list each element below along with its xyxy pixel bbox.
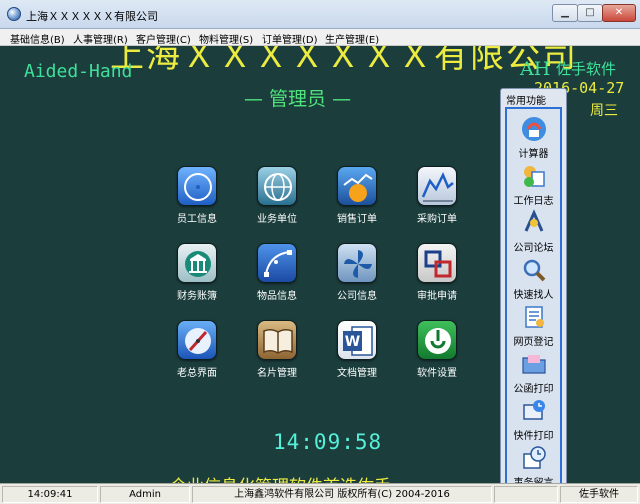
tile-label: 软件设置 — [417, 368, 457, 379]
globe-icon — [257, 166, 297, 206]
maximize-button[interactable]: □ — [577, 4, 603, 22]
tile-label: 名片管理 — [257, 368, 297, 379]
tile-label: 财务账簿 — [177, 291, 217, 302]
pinwheel-icon — [337, 243, 377, 283]
quick-item-web-register[interactable]: 网页登记 — [507, 300, 560, 348]
tile-label: 业务单位 — [257, 214, 297, 225]
tile-label: 文档管理 — [337, 368, 377, 379]
calculator-icon — [520, 115, 548, 143]
settings-globe-icon — [417, 320, 457, 360]
brand-name: 佐手软件 — [556, 60, 617, 78]
tile-approval[interactable]: 审批申请 — [405, 243, 469, 307]
status-spacer — [494, 486, 558, 503]
quick-panel-title: 常用功能 — [506, 96, 546, 107]
quick-item-label: 公司论坛 — [513, 243, 554, 254]
title-bar: 上海ＸＸＸＸＸＸ有限公司 ▁ □ ✕ — [0, 0, 640, 29]
quick-item-express-print[interactable]: 快件打印 — [507, 394, 560, 442]
status-copyright: 上海鑫鸿软件有限公司 版权所有(C) 2004-2016 — [192, 486, 492, 503]
aided-hand-text: Aided-Hand — [24, 61, 133, 82]
role-label: — 管理员 — — [244, 88, 352, 110]
tile-label: 老总界面 — [177, 368, 217, 379]
tile-document-manage[interactable]: W 文档管理 — [325, 320, 389, 384]
safari-compass-icon — [177, 320, 217, 360]
main-window: 上海ＸＸＸＸＸＸ有限公司 ▁ □ ✕ 基础信息(B) 人事管理(R) 客户管理(… — [0, 0, 640, 504]
line-chart-icon — [417, 166, 457, 206]
close-button[interactable]: ✕ — [602, 4, 636, 22]
quick-item-label: 公函打印 — [513, 384, 554, 395]
app-icon — [7, 7, 21, 21]
quick-item-label: 快件打印 — [513, 431, 554, 442]
minimize-icon: ▁ — [561, 7, 569, 18]
status-bar: 14:09:41 Admin 上海鑫鸿软件有限公司 版权所有(C) 2004-2… — [0, 483, 640, 504]
close-icon: ✕ — [614, 7, 624, 18]
tile-label: 物品信息 — [257, 291, 297, 302]
tile-staff-info[interactable]: 员工信息 — [165, 166, 229, 230]
brand-ah: AH — [520, 58, 551, 80]
quick-item-label: 计算器 — [518, 149, 549, 160]
folder-print-icon — [520, 350, 548, 378]
clock-display: 14:09:58 — [273, 430, 383, 454]
tile-finance-ledger[interactable]: 财务账簿 — [165, 243, 229, 307]
quick-item-label: 网页登记 — [513, 337, 554, 348]
scrolling-banner: 企业信息化管理软件首选佐手 — [170, 472, 391, 483]
tile-label: 审批申请 — [417, 291, 457, 302]
menu-production[interactable]: 生产管理(E) — [325, 31, 379, 46]
window-title: 上海ＸＸＸＸＸＸ有限公司 — [26, 10, 158, 23]
menu-bar: 基础信息(B) 人事管理(R) 客户管理(C) 物料管理(S) 订单管理(D) … — [0, 29, 640, 46]
tile-label: 采购订单 — [417, 214, 457, 225]
work-log-icon — [520, 162, 548, 190]
minimize-button[interactable]: ▁ — [552, 4, 578, 22]
svg-text:W: W — [345, 334, 360, 350]
status-time: 14:09:41 — [2, 486, 98, 503]
status-brand: 佐手软件 — [560, 486, 638, 503]
tile-company-info[interactable]: 公司信息 — [325, 243, 389, 307]
company-title: 上海ＸＸＸＸＸＸＸ有限公司 — [110, 46, 578, 76]
menu-material[interactable]: 物料管理(S) — [199, 31, 253, 46]
book-icon — [257, 320, 297, 360]
word-document-icon: W — [337, 320, 377, 360]
weekday-display: 周三 — [590, 103, 618, 119]
menu-basic-info[interactable]: 基础信息(B) — [10, 31, 65, 46]
tile-card-manage[interactable]: 名片管理 — [245, 320, 309, 384]
compass-icon — [177, 166, 217, 206]
status-user: Admin — [100, 486, 190, 503]
tile-label: 公司信息 — [337, 291, 377, 302]
menu-hr[interactable]: 人事管理(R) — [73, 31, 128, 46]
quick-panel: 常用功能 计算器 工作日志 公司论坛 快速找人 网页登记 公函打印 快件打印 — [500, 88, 567, 494]
tile-label: 员工信息 — [177, 214, 217, 225]
approval-icon — [417, 243, 457, 283]
tile-software-settings[interactable]: 软件设置 — [405, 320, 469, 384]
tile-purchase-order[interactable]: 采购订单 — [405, 166, 469, 230]
quick-item-label: 快速找人 — [513, 290, 554, 301]
menu-order[interactable]: 订单管理(D) — [262, 31, 318, 46]
tile-boss-view[interactable]: 老总界面 — [165, 320, 229, 384]
tile-label: 销售订单 — [337, 214, 377, 225]
quick-item-message[interactable]: 事务留言 — [507, 441, 560, 489]
magnifier-icon — [520, 256, 548, 284]
quick-panel-list: 计算器 工作日志 公司论坛 快速找人 网页登记 公函打印 快件打印 — [505, 107, 562, 491]
tile-business-unit[interactable]: 业务单位 — [245, 166, 309, 230]
quick-item-forum[interactable]: 公司论坛 — [507, 206, 560, 254]
bank-icon — [177, 243, 217, 283]
quick-item-work-log[interactable]: 工作日志 — [507, 159, 560, 207]
message-clock-icon — [520, 444, 548, 472]
tile-sales-order[interactable]: 销售订单 — [325, 166, 389, 230]
sales-chart-icon — [337, 166, 377, 206]
quick-item-calculator[interactable]: 计算器 — [507, 112, 560, 160]
tile-item-info[interactable]: 物品信息 — [245, 243, 309, 307]
express-print-icon — [520, 397, 548, 425]
menu-customer[interactable]: 客户管理(C) — [136, 31, 191, 46]
maximize-icon: □ — [585, 7, 595, 18]
quick-item-label: 工作日志 — [513, 196, 554, 207]
vector-curve-icon — [257, 243, 297, 283]
web-register-icon — [520, 303, 548, 331]
forum-icon — [520, 209, 548, 237]
quick-item-find-person[interactable]: 快速找人 — [507, 253, 560, 301]
quick-item-letter-print[interactable]: 公函打印 — [507, 347, 560, 395]
